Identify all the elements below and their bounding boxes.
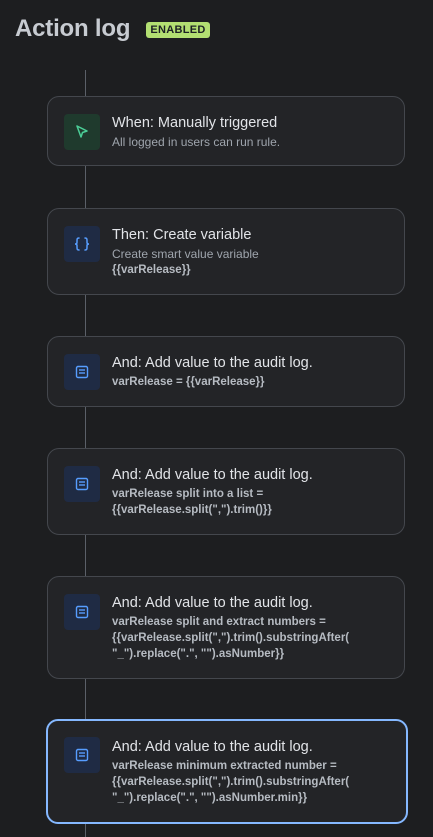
step-smart-value: varRelease = {{varRelease}} bbox=[112, 376, 265, 388]
step-description: All logged in users can run rule. bbox=[112, 135, 281, 149]
rule-step-audit-log[interactable]: And: Add value to the audit log. varRele… bbox=[47, 576, 405, 679]
flow-connector bbox=[85, 70, 86, 96]
step-heading: And: Add value to the audit log. bbox=[112, 595, 313, 611]
curly-braces-icon bbox=[74, 237, 90, 251]
step-smart-value: varRelease minimum extracted number = {{… bbox=[112, 760, 350, 804]
rule-step-audit-log-selected[interactable]: And: Add value to the audit log. varRele… bbox=[46, 719, 408, 824]
step-heading: When: Manually triggered bbox=[112, 115, 278, 131]
step-description: Create smart value variable bbox=[112, 247, 259, 261]
page-title: Action log bbox=[15, 15, 131, 42]
flow-connector bbox=[85, 294, 86, 336]
audit-log-icon bbox=[75, 365, 89, 379]
step-smart-value: {{varRelease}} bbox=[112, 264, 191, 276]
status-badge: ENABLED bbox=[146, 22, 210, 38]
rule-step-trigger[interactable]: When: Manually triggered All logged in u… bbox=[47, 96, 405, 166]
step-heading: And: Add value to the audit log. bbox=[112, 355, 313, 371]
step-smart-value: varRelease split into a list = {{varRele… bbox=[112, 488, 272, 516]
step-heading: And: Add value to the audit log. bbox=[112, 467, 313, 483]
step-smart-value: varRelease split and extract numbers = {… bbox=[112, 616, 350, 660]
step-heading: Then: Create variable bbox=[112, 227, 252, 243]
audit-log-icon bbox=[75, 477, 89, 491]
cursor-arrow-icon bbox=[76, 125, 88, 138]
action-icon-box bbox=[64, 226, 100, 262]
page-header: Action log ENABLED bbox=[15, 15, 210, 43]
rule-step-audit-log[interactable]: And: Add value to the audit log. varRele… bbox=[47, 448, 405, 535]
action-icon-box bbox=[64, 354, 100, 390]
audit-log-icon bbox=[75, 605, 89, 619]
flow-connector bbox=[85, 823, 86, 837]
flow-connector bbox=[85, 165, 86, 208]
trigger-icon-box bbox=[64, 114, 100, 150]
rule-step-create-variable[interactable]: Then: Create variable Create smart value… bbox=[47, 208, 405, 295]
step-heading: And: Add value to the audit log. bbox=[112, 739, 313, 755]
action-icon-box bbox=[64, 466, 100, 502]
flow-connector bbox=[85, 534, 86, 576]
flow-connector bbox=[85, 678, 86, 720]
audit-log-icon bbox=[75, 748, 89, 762]
flow-connector bbox=[85, 406, 86, 448]
action-icon-box bbox=[64, 594, 100, 630]
action-icon-box bbox=[64, 737, 100, 773]
rule-step-audit-log[interactable]: And: Add value to the audit log. varRele… bbox=[47, 336, 405, 407]
